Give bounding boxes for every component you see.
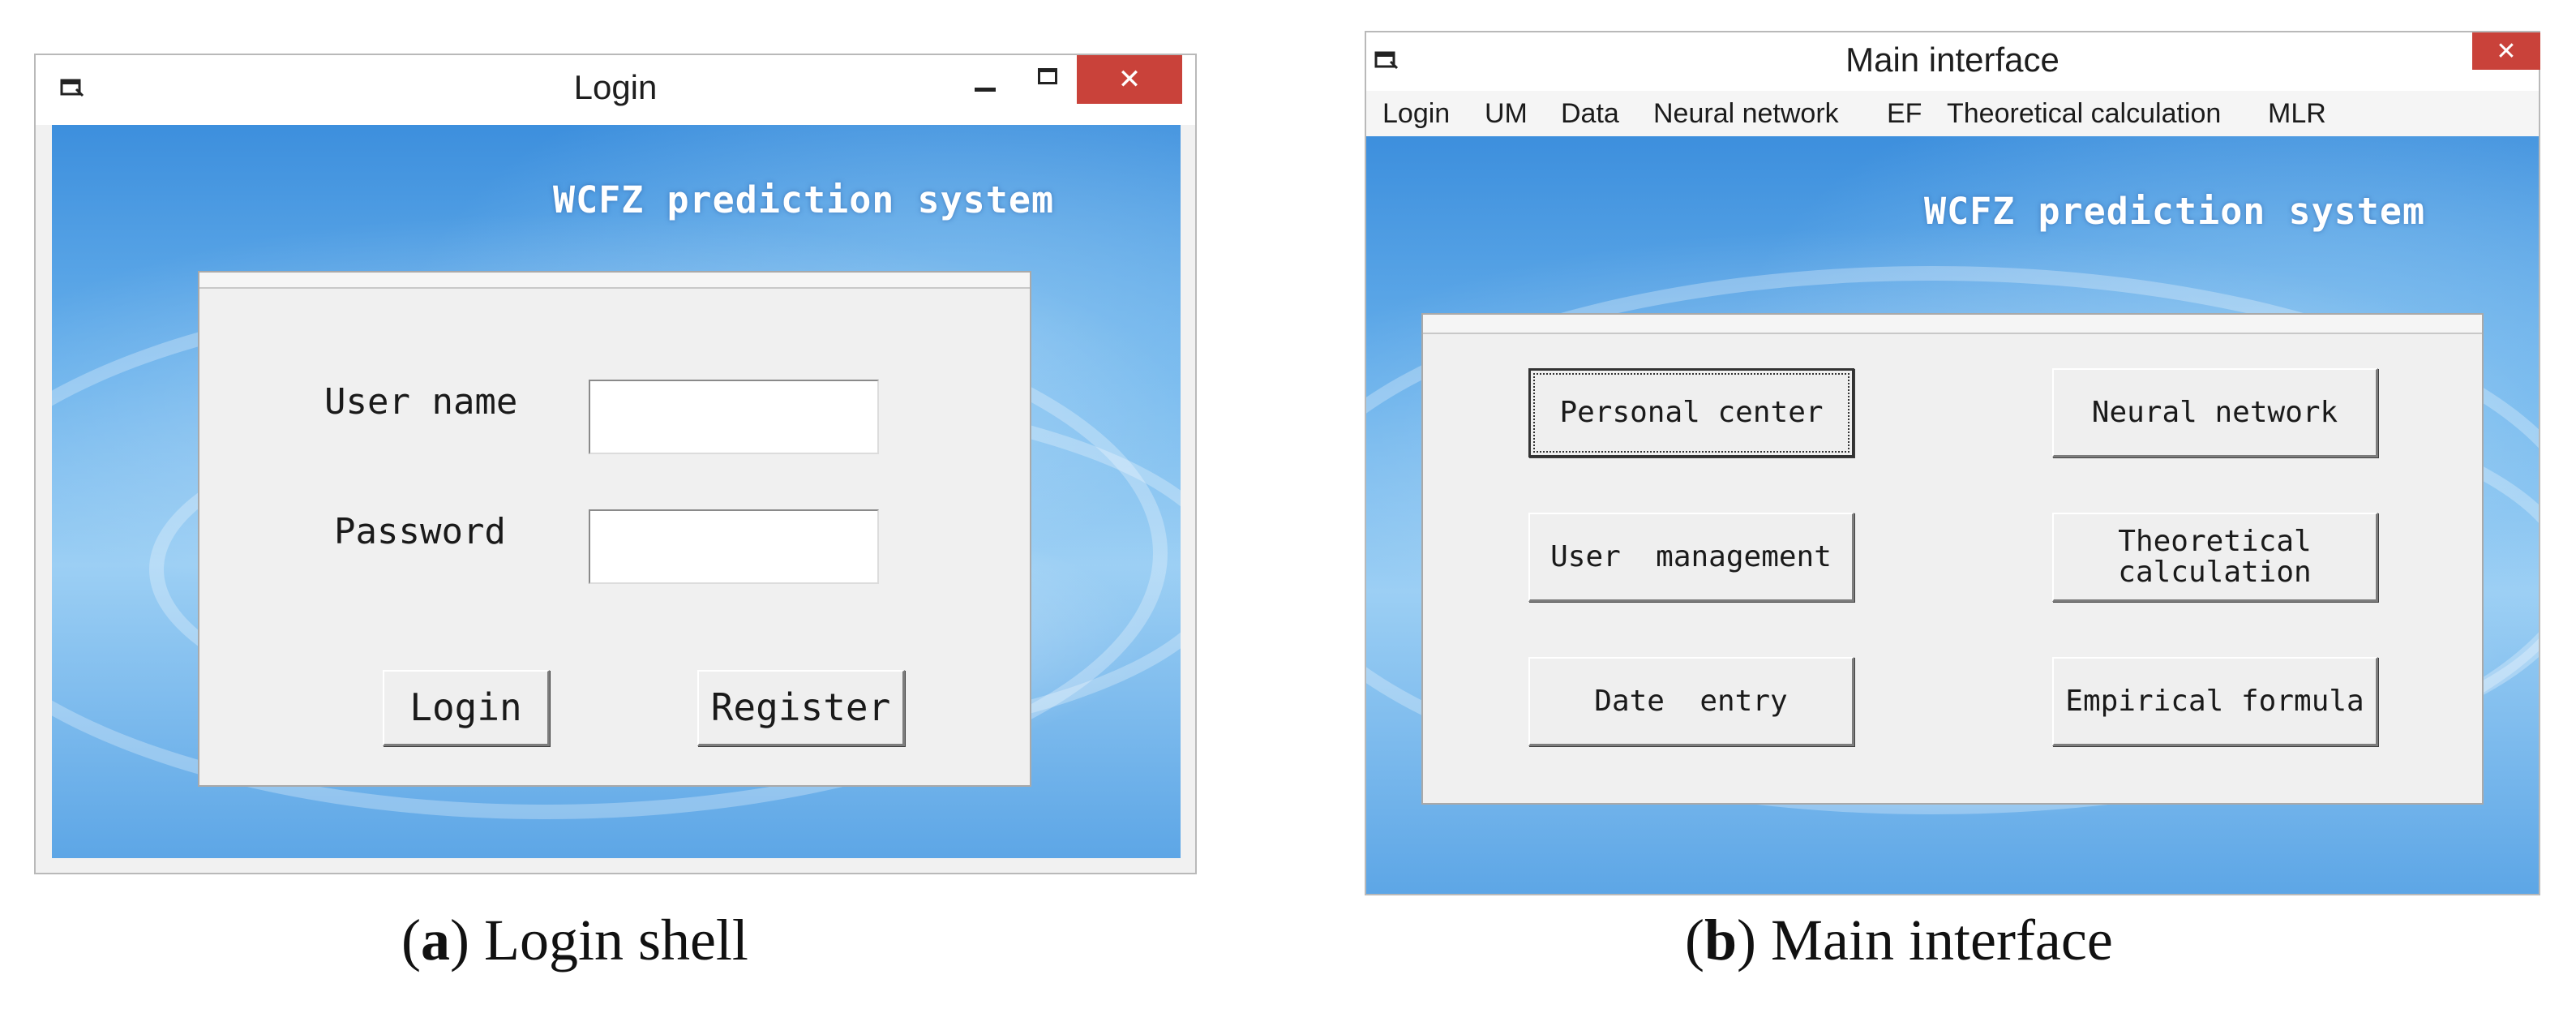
minimize-icon[interactable] — [975, 88, 996, 92]
password-label: Password — [334, 511, 506, 552]
login-brand-title: WCFZ prediction system — [553, 178, 1055, 221]
menu-ef[interactable]: EF — [1887, 91, 1922, 136]
close-icon[interactable]: ✕ — [2472, 32, 2540, 70]
main-brand-title: WCFZ prediction system — [1924, 190, 2426, 233]
neural-network-button[interactable]: Neural network — [2052, 368, 2378, 457]
main-titlebar[interactable]: Main interface ✕ — [1366, 32, 2540, 91]
main-background: WCFZ prediction system Personal center N… — [1366, 136, 2539, 894]
empirical-formula-button[interactable]: Empirical formula — [2052, 657, 2378, 746]
main-window-title: Main interface — [1845, 41, 2060, 79]
theoretical-calculation-button[interactable]: Theoretical calculation — [2052, 513, 2378, 602]
login-titlebar[interactable]: Login ✕ — [36, 55, 1195, 125]
menu-data[interactable]: Data — [1561, 91, 1619, 136]
menu-um[interactable]: UM — [1485, 91, 1528, 136]
caption-b-letter: b — [1704, 908, 1738, 973]
caption-b: (b) Main interface — [1685, 908, 2113, 973]
username-label: User name — [324, 381, 518, 423]
date-entry-button[interactable]: Date entry — [1528, 657, 1854, 746]
maximize-icon[interactable] — [1038, 68, 1057, 84]
register-button[interactable]: Register — [697, 670, 905, 746]
login-button[interactable]: Login — [383, 670, 550, 746]
personal-center-button[interactable]: Personal center — [1528, 368, 1854, 457]
login-form-panel: User name Password Login Register — [198, 271, 1031, 787]
user-management-button[interactable]: User management — [1528, 513, 1854, 602]
main-window: Main interface ✕ Login UM Data Neural ne… — [1365, 31, 2540, 895]
menu-neural-network[interactable]: Neural network — [1653, 91, 1839, 136]
panel-header-strip — [199, 273, 1030, 289]
caption-a-text: Login shell — [469, 908, 748, 973]
menu-theoretical-calculation[interactable]: Theoretical calculation — [1947, 91, 2221, 136]
panel-header-strip — [1423, 315, 2482, 334]
menu-login[interactable]: Login — [1382, 91, 1450, 136]
password-input[interactable] — [589, 509, 879, 584]
close-icon[interactable]: ✕ — [1077, 55, 1182, 104]
username-input[interactable] — [589, 380, 879, 454]
login-window-title: Login — [573, 68, 658, 106]
menu-bar: Login UM Data Neural network EF Theoreti… — [1366, 91, 2539, 138]
caption-b-text: Main interface — [1756, 908, 2113, 973]
caption-a-letter: a — [420, 908, 450, 973]
login-window: Login ✕ WCFZ prediction system User name… — [34, 54, 1197, 874]
login-background: WCFZ prediction system User name Passwor… — [52, 125, 1181, 858]
caption-a: (a) Login shell — [401, 908, 748, 973]
menu-mlr[interactable]: MLR — [2268, 91, 2326, 136]
main-button-panel: Personal center Neural network User mana… — [1421, 313, 2484, 805]
